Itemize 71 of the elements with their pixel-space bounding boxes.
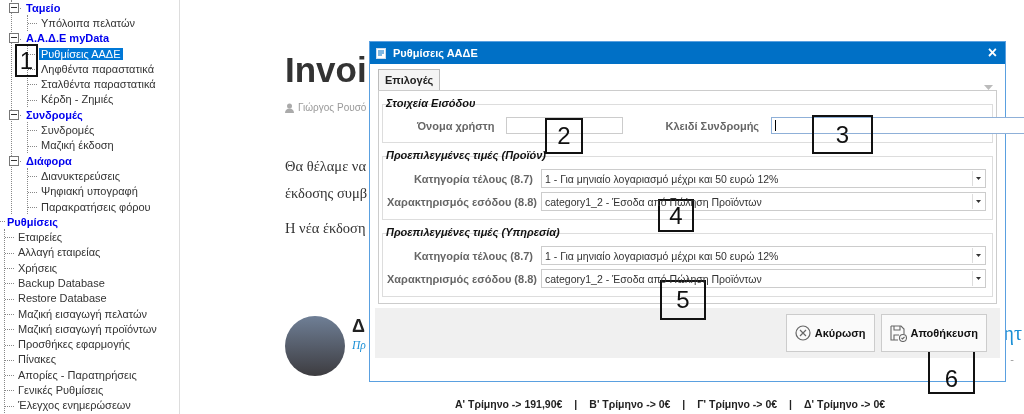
tree-item[interactable]: Εταιρείες <box>16 231 65 244</box>
quarter-total: Δ' Τρίμηνο -> 0€ <box>804 398 886 410</box>
tree-item[interactable]: Χρήσεις <box>16 261 60 274</box>
tree-item[interactable]: Προσθήκες εφαρμογής <box>16 338 133 351</box>
paragraph-text: Θα θέλαμε να <box>285 157 366 176</box>
tree-item[interactable]: Γενικές Ρυθμίσεις <box>16 384 106 397</box>
tree-item[interactable]: Σταλθέντα παραστατικά <box>39 78 158 91</box>
close-circle-icon <box>794 325 811 341</box>
dialog-title: Ρυθμίσεις ΑΑΔΕ <box>393 47 478 59</box>
tree-item[interactable]: Υπόλοιπα πελατών <box>39 16 138 29</box>
paragraph-text: έκδοσης συμβ <box>285 184 368 203</box>
tree-item[interactable]: Κέρδη - Ζημιές <box>39 93 116 106</box>
tree-item[interactable]: Ψηφιακή υπογραφή <box>39 185 140 198</box>
caret-icon <box>976 177 981 180</box>
tree-item[interactable]: Παρακρατήσεις φόρου <box>39 200 153 213</box>
tree-item[interactable]: Ρυθμίσεις ΑΑΔΕ <box>39 47 123 60</box>
expander-icon[interactable] <box>9 155 19 166</box>
author-text: Γιώργος Ρουσό <box>298 102 367 113</box>
tree-item[interactable]: Έλεγχος ενημερώσεων <box>16 399 133 412</box>
quarter-total: | <box>574 398 578 410</box>
caret-icon <box>976 277 981 280</box>
quarter-total: | <box>789 398 793 410</box>
tree-item[interactable]: Συνδρομές <box>39 124 97 136</box>
dropdown-field[interactable]: 1 - Για μηνιαίο λογαριασμό μέχρι και 50 ευρώ 12% <box>541 246 986 265</box>
tree-group[interactable]: Α.Α.Δ.Ε myData <box>24 32 112 45</box>
field-label: Όνομα χρήστη <box>417 119 495 132</box>
tree-item[interactable]: Μαζική εισαγωγή προϊόντων <box>16 322 159 335</box>
tree-item[interactable]: Απορίες - Παρατηρήσεις <box>16 368 139 381</box>
field-label: Κατηγορία τέλους (8.7) <box>413 249 533 262</box>
quarter-total: | <box>682 398 686 410</box>
group-title: Προεπιλεγμένες τιμές (Προϊόν) <box>385 148 547 163</box>
dropdown-field[interactable]: 1 - Για μηνιαίο λογαριασμό μέχρι και 50 ευρώ 12% <box>541 169 986 188</box>
tree-item[interactable]: Πίνακες <box>16 353 58 366</box>
close-button[interactable]: × <box>985 44 999 62</box>
tree-item[interactable]: Restore Database <box>16 292 109 305</box>
callout-number: 3 <box>812 115 873 154</box>
tree-item[interactable]: Μαζική εισαγωγή πελατών <box>16 307 149 320</box>
tree-item[interactable]: Διανυκτερεύσεις <box>39 169 123 182</box>
tree-group[interactable]: Συνδρομές <box>24 108 85 121</box>
tree-group[interactable]: Ρυθμίσεις <box>5 215 60 228</box>
quarter-total: Γ' Τρίμηνο -> 0€ <box>697 398 778 410</box>
tree-item[interactable]: Backup Database <box>16 277 107 289</box>
person-icon <box>285 102 294 113</box>
callout-number: 2 <box>545 118 583 154</box>
group-title: Στοιχεία Εισόδου <box>384 96 477 111</box>
caret-icon <box>976 254 981 257</box>
tree-item[interactable]: Αλλαγή εταιρείας <box>16 246 103 259</box>
author-link[interactable]: Πρ <box>352 339 366 351</box>
form-icon <box>376 47 387 59</box>
field-label: Κλειδί Συνδρομής <box>665 119 760 132</box>
group-title: Προεπιλεγμένες τιμές (Υπηρεσία) <box>385 225 561 240</box>
tree-group[interactable]: Διάφορα <box>24 154 74 167</box>
cancel-button[interactable]: Ακύρωση <box>785 314 875 352</box>
avatar-photo-placeholder <box>285 316 345 376</box>
tab[interactable]: Επιλογές <box>378 69 441 90</box>
tree-item[interactable]: Μαζική έκδοση <box>39 139 116 152</box>
expander-icon[interactable] <box>9 2 19 13</box>
tree-group[interactable]: Ταμείο <box>24 1 63 14</box>
quarter-total: Α' Τρίμηνο -> 191,90€ <box>455 398 563 410</box>
quarter-total: Β' Τρίμηνο -> 0€ <box>589 398 671 410</box>
author-name: Δ <box>352 316 365 337</box>
tree-item[interactable]: Ληφθέντα παραστατικά <box>39 62 156 75</box>
expander-icon[interactable] <box>9 33 19 44</box>
save-button[interactable]: Αποθήκευση <box>880 314 987 352</box>
expander-icon[interactable] <box>9 109 19 120</box>
dash-text: - <box>1010 353 1014 365</box>
floppy-check-icon <box>889 324 907 342</box>
field-label: Κατηγορία τέλους (8.7) <box>413 172 533 185</box>
paragraph-text: Η νέα έκδοση <box>285 219 366 238</box>
article-title: Invoi <box>285 50 367 90</box>
callout-number: 1 <box>15 44 38 77</box>
